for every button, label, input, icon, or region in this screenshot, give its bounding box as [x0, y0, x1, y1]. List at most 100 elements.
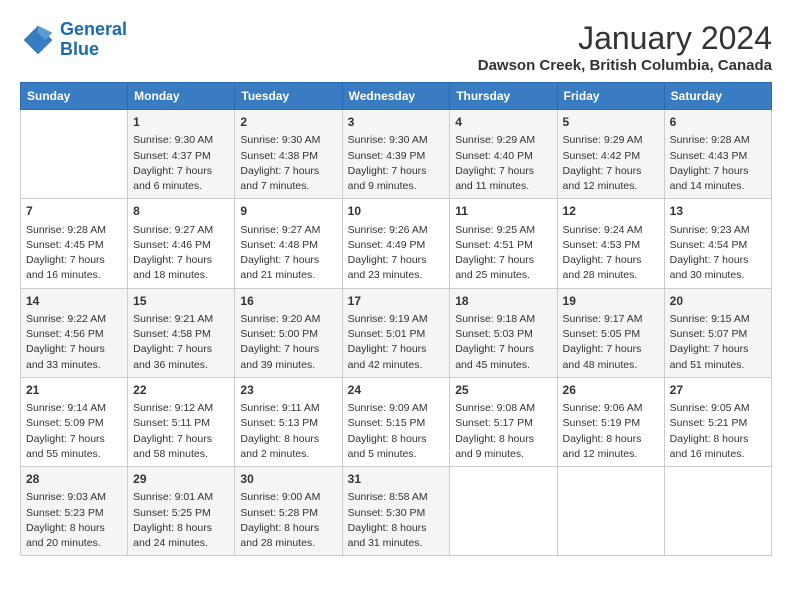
calendar-cell: 26Sunrise: 9:06 AMSunset: 5:19 PMDayligh… — [557, 377, 664, 466]
day-header-sunday: Sunday — [21, 83, 128, 110]
day-number: 17 — [348, 293, 445, 310]
day-header-monday: Monday — [128, 83, 235, 110]
page-header: General Blue January 2024 Dawson Creek, … — [20, 20, 772, 74]
day-number: 3 — [348, 114, 445, 131]
calendar-cell — [557, 467, 664, 556]
day-number: 29 — [133, 471, 229, 488]
day-number: 23 — [240, 382, 336, 399]
day-info: Sunrise: 9:21 AMSunset: 4:58 PMDaylight:… — [133, 312, 229, 373]
day-number: 13 — [670, 203, 766, 220]
day-number: 30 — [240, 471, 336, 488]
day-info: Sunrise: 9:00 AMSunset: 5:28 PMDaylight:… — [240, 490, 336, 551]
calendar-cell: 2 Sunrise: 9:30 AMSunset: 4:38 PMDaylight… — [235, 110, 342, 199]
day-number: 14 — [26, 293, 122, 310]
day-info: Sunrise: 9:28 AMSunset: 4:43 PMDaylight:… — [670, 133, 766, 194]
calendar-cell: 4Sunrise: 9:29 AMSunset: 4:40 PMDaylight… — [450, 110, 557, 199]
day-info: Sunrise: 9:26 AMSunset: 4:49 PMDaylight:… — [348, 223, 445, 284]
day-number: 25 — [455, 382, 551, 399]
calendar-week-4: 21 Sunrise: 9:14 AMSunset: 5:09 PMDayligh… — [21, 377, 772, 466]
location: Dawson Creek, British Columbia, Canada — [478, 57, 772, 74]
calendar-week-5: 28 Sunrise: 9:03 AMSunset: 5:23 PMDayligh… — [21, 467, 772, 556]
day-info: Sunrise: 9:01 AMSunset: 5:25 PMDaylight:… — [133, 490, 229, 551]
calendar-cell: 5Sunrise: 9:29 AMSunset: 4:42 PMDaylight… — [557, 110, 664, 199]
day-number: 18 — [455, 293, 551, 310]
day-info: Sunrise: 9:25 AMSunset: 4:51 PMDaylight:… — [455, 223, 551, 284]
day-info: Sunrise: 9:19 AMSunset: 5:01 PMDaylight:… — [348, 312, 445, 373]
day-number: 24 — [348, 382, 445, 399]
day-number: 21 — [26, 382, 122, 399]
month-year: January 2024 — [478, 20, 772, 57]
logo-icon — [20, 22, 56, 58]
day-number: 1 — [133, 114, 229, 131]
calendar-cell: 21 Sunrise: 9:14 AMSunset: 5:09 PMDayligh… — [21, 377, 128, 466]
calendar-cell: 7 Sunrise: 9:28 AMSunset: 4:45 PMDaylight… — [21, 199, 128, 288]
day-info: Sunrise: 9:30 AMSunset: 4:38 PMDaylight:… — [240, 133, 336, 194]
calendar-cell: 27 Sunrise: 9:05 AMSunset: 5:21 PMDayligh… — [664, 377, 771, 466]
calendar-cell: 25 Sunrise: 9:08 AMSunset: 5:17 PMDayligh… — [450, 377, 557, 466]
calendar-cell: 20 Sunrise: 9:15 AMSunset: 5:07 PMDayligh… — [664, 288, 771, 377]
calendar-week-1: 1Sunrise: 9:30 AMSunset: 4:37 PMDaylight… — [21, 110, 772, 199]
day-number: 9 — [240, 203, 336, 220]
day-info: Sunrise: 9:28 AMSunset: 4:45 PMDaylight:… — [26, 223, 122, 284]
day-info: Sunrise: 9:17 AMSunset: 5:05 PMDaylight:… — [563, 312, 659, 373]
calendar-cell: 3 Sunrise: 9:30 AMSunset: 4:39 PMDaylight… — [342, 110, 450, 199]
calendar-cell: 23 Sunrise: 9:11 AMSunset: 5:13 PMDayligh… — [235, 377, 342, 466]
calendar-cell: 29 Sunrise: 9:01 AMSunset: 5:25 PMDayligh… — [128, 467, 235, 556]
day-header-wednesday: Wednesday — [342, 83, 450, 110]
calendar-week-3: 14 Sunrise: 9:22 AMSunset: 4:56 PMDayligh… — [21, 288, 772, 377]
day-info: Sunrise: 9:11 AMSunset: 5:13 PMDaylight:… — [240, 401, 336, 462]
day-info: Sunrise: 9:14 AMSunset: 5:09 PMDaylight:… — [26, 401, 122, 462]
day-info: Sunrise: 8:58 AMSunset: 5:30 PMDaylight:… — [348, 490, 445, 551]
calendar-cell: 14 Sunrise: 9:22 AMSunset: 4:56 PMDayligh… — [21, 288, 128, 377]
day-number: 20 — [670, 293, 766, 310]
day-info: Sunrise: 9:29 AMSunset: 4:42 PMDaylight:… — [563, 133, 659, 194]
day-number: 27 — [670, 382, 766, 399]
calendar-cell: 22 Sunrise: 9:12 AMSunset: 5:11 PMDayligh… — [128, 377, 235, 466]
calendar-cell: 31 Sunrise: 8:58 AMSunset: 5:30 PMDayligh… — [342, 467, 450, 556]
day-number: 28 — [26, 471, 122, 488]
logo-text: General Blue — [60, 20, 127, 60]
day-info: Sunrise: 9:23 AMSunset: 4:54 PMDaylight:… — [670, 223, 766, 284]
day-info: Sunrise: 9:30 AMSunset: 4:39 PMDaylight:… — [348, 133, 445, 194]
day-info: Sunrise: 9:09 AMSunset: 5:15 PMDaylight:… — [348, 401, 445, 462]
calendar-cell — [21, 110, 128, 199]
day-number: 2 — [240, 114, 336, 131]
calendar-header-row: SundayMondayTuesdayWednesdayThursdayFrid… — [21, 83, 772, 110]
day-info: Sunrise: 9:08 AMSunset: 5:17 PMDaylight:… — [455, 401, 551, 462]
logo-line2: Blue — [60, 39, 99, 59]
calendar-cell: 28 Sunrise: 9:03 AMSunset: 5:23 PMDayligh… — [21, 467, 128, 556]
day-info: Sunrise: 9:15 AMSunset: 5:07 PMDaylight:… — [670, 312, 766, 373]
calendar-cell: 30 Sunrise: 9:00 AMSunset: 5:28 PMDayligh… — [235, 467, 342, 556]
day-number: 8 — [133, 203, 229, 220]
day-header-friday: Friday — [557, 83, 664, 110]
day-number: 4 — [455, 114, 551, 131]
day-number: 11 — [455, 203, 551, 220]
day-number: 10 — [348, 203, 445, 220]
day-info: Sunrise: 9:27 AMSunset: 4:48 PMDaylight:… — [240, 223, 336, 284]
calendar-cell: 16Sunrise: 9:20 AMSunset: 5:00 PMDayligh… — [235, 288, 342, 377]
calendar-cell: 24 Sunrise: 9:09 AMSunset: 5:15 PMDayligh… — [342, 377, 450, 466]
day-header-thursday: Thursday — [450, 83, 557, 110]
day-info: Sunrise: 9:22 AMSunset: 4:56 PMDaylight:… — [26, 312, 122, 373]
day-info: Sunrise: 9:03 AMSunset: 5:23 PMDaylight:… — [26, 490, 122, 551]
day-number: 19 — [563, 293, 659, 310]
day-info: Sunrise: 9:24 AMSunset: 4:53 PMDaylight:… — [563, 223, 659, 284]
day-number: 7 — [26, 203, 122, 220]
calendar-table: SundayMondayTuesdayWednesdayThursdayFrid… — [20, 82, 772, 556]
calendar-cell: 11 Sunrise: 9:25 AMSunset: 4:51 PMDayligh… — [450, 199, 557, 288]
day-info: Sunrise: 9:05 AMSunset: 5:21 PMDaylight:… — [670, 401, 766, 462]
day-number: 22 — [133, 382, 229, 399]
day-info: Sunrise: 9:20 AMSunset: 5:00 PMDaylight:… — [240, 312, 336, 373]
day-number: 6 — [670, 114, 766, 131]
calendar-cell — [664, 467, 771, 556]
day-info: Sunrise: 9:12 AMSunset: 5:11 PMDaylight:… — [133, 401, 229, 462]
title-block: January 2024 Dawson Creek, British Colum… — [478, 20, 772, 74]
day-info: Sunrise: 9:27 AMSunset: 4:46 PMDaylight:… — [133, 223, 229, 284]
calendar-cell: 10 Sunrise: 9:26 AMSunset: 4:49 PMDayligh… — [342, 199, 450, 288]
calendar-week-2: 7 Sunrise: 9:28 AMSunset: 4:45 PMDaylight… — [21, 199, 772, 288]
calendar-cell: 12Sunrise: 9:24 AMSunset: 4:53 PMDayligh… — [557, 199, 664, 288]
calendar-cell: 17 Sunrise: 9:19 AMSunset: 5:01 PMDayligh… — [342, 288, 450, 377]
day-number: 31 — [348, 471, 445, 488]
calendar-cell: 13 Sunrise: 9:23 AMSunset: 4:54 PMDayligh… — [664, 199, 771, 288]
calendar-cell — [450, 467, 557, 556]
